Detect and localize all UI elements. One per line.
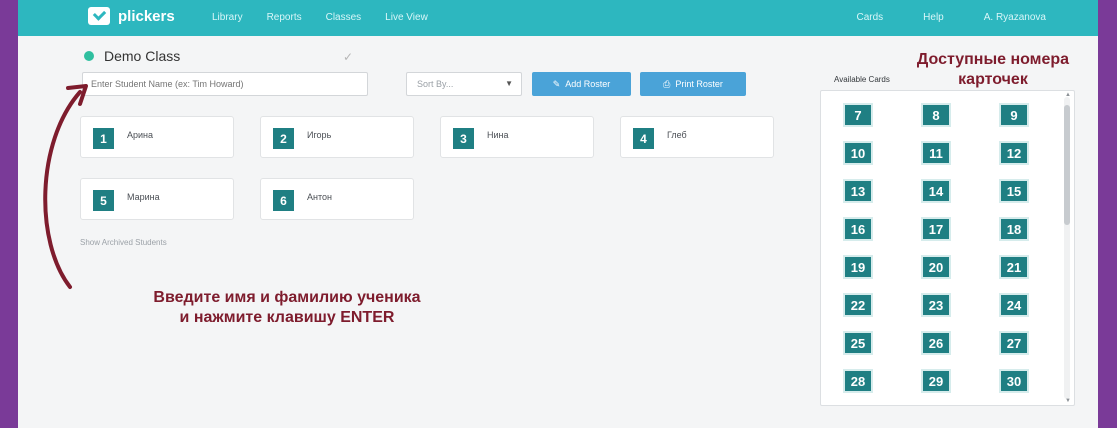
instruction-line-1: Введите имя и фамилию ученика <box>153 289 421 306</box>
available-card[interactable]: 27 <box>999 331 1029 355</box>
available-card[interactable]: 15 <box>999 179 1029 203</box>
user-nav: Cards Help A. Ryazanova <box>856 12 1046 23</box>
available-card[interactable]: 7 <box>843 103 873 127</box>
scroll-up-icon[interactable]: ▲ <box>1065 92 1071 98</box>
student-card[interactable]: 3 Нина <box>440 116 594 158</box>
brand-logo[interactable]: plickers <box>88 7 175 25</box>
student-name: Антон <box>307 192 332 202</box>
student-card[interactable]: 4 Глеб <box>620 116 774 158</box>
nav-reports[interactable]: Reports <box>267 12 302 23</box>
student-card[interactable]: 1 Арина <box>80 116 234 158</box>
available-card[interactable]: 23 <box>921 293 951 317</box>
available-card[interactable]: 18 <box>999 217 1029 241</box>
available-card[interactable]: 22 <box>843 293 873 317</box>
available-cards-label: Available Cards <box>834 75 890 84</box>
pencil-icon: ✎ <box>552 78 561 89</box>
available-card[interactable]: 20 <box>921 255 951 279</box>
printer-icon: ⎙ <box>663 78 671 89</box>
available-card[interactable]: 8 <box>921 103 951 127</box>
available-annotation-line-1: Доступные номера <box>916 51 1070 68</box>
available-card[interactable]: 14 <box>921 179 951 203</box>
scrollbar[interactable] <box>1064 97 1070 399</box>
plickers-logo-icon <box>88 7 110 25</box>
available-card[interactable]: 28 <box>843 369 873 393</box>
available-card[interactable]: 26 <box>921 331 951 355</box>
available-cards-panel: 7 8 9 10 11 12 13 14 15 16 17 18 19 20 21 22 23 24 25 26 27 2… <box>820 90 1075 406</box>
available-card[interactable]: 30 <box>999 369 1029 393</box>
student-card-number: 3 <box>453 128 474 149</box>
student-name: Нина <box>487 130 509 140</box>
brand-name: plickers <box>118 7 175 25</box>
available-card[interactable]: 9 <box>999 103 1029 127</box>
add-roster-button[interactable]: ✎ Add Roster <box>532 72 631 96</box>
student-name: Марина <box>127 192 160 202</box>
student-card-number: 2 <box>273 128 294 149</box>
sort-select[interactable]: Sort By... ▼ <box>406 72 522 96</box>
available-card[interactable]: 21 <box>999 255 1029 279</box>
nav-library[interactable]: Library <box>212 12 243 23</box>
add-roster-label: Add Roster <box>565 79 611 89</box>
print-roster-label: Print Roster <box>675 79 723 89</box>
sort-select-label: Sort By... <box>417 79 454 89</box>
nav-user-menu[interactable]: A. Ryazanova <box>984 12 1046 23</box>
top-navbar: plickers Library Reports Classes Live Vi… <box>18 0 1098 36</box>
nav-classes[interactable]: Classes <box>326 12 362 23</box>
main-nav: Library Reports Classes Live View <box>212 12 428 23</box>
class-header: Demo Class <box>84 48 180 64</box>
scroll-down-icon[interactable]: ▼ <box>1065 398 1071 404</box>
class-title[interactable]: Demo Class <box>104 48 180 64</box>
available-card[interactable]: 29 <box>921 369 951 393</box>
available-card[interactable]: 25 <box>843 331 873 355</box>
available-annotation-line-2: карточек <box>958 71 1028 88</box>
student-card-number: 4 <box>633 128 654 149</box>
nav-live-view[interactable]: Live View <box>385 12 428 23</box>
available-card[interactable]: 19 <box>843 255 873 279</box>
available-card[interactable]: 24 <box>999 293 1029 317</box>
scrollbar-thumb[interactable] <box>1064 105 1070 225</box>
edit-check-icon[interactable]: ✓ <box>343 50 353 64</box>
nav-cards[interactable]: Cards <box>856 12 883 23</box>
student-card-number: 6 <box>273 190 294 211</box>
student-card[interactable]: 5 Марина <box>80 178 234 220</box>
caret-down-icon: ▼ <box>505 79 513 88</box>
instruction-line-2: и нажмите клавишу ENTER <box>179 309 395 326</box>
available-card[interactable]: 13 <box>843 179 873 203</box>
student-name: Глеб <box>667 130 687 140</box>
nav-help[interactable]: Help <box>923 12 944 23</box>
annotation-arrow-icon <box>43 84 88 289</box>
available-card[interactable]: 10 <box>843 141 873 165</box>
student-name-input[interactable] <box>82 72 368 96</box>
student-name: Арина <box>127 130 154 140</box>
available-card[interactable]: 11 <box>921 141 951 165</box>
class-color-dot <box>84 51 94 61</box>
student-card[interactable]: 2 Игорь <box>260 116 414 158</box>
available-card[interactable]: 16 <box>843 217 873 241</box>
print-roster-button[interactable]: ⎙ Print Roster <box>640 72 746 96</box>
available-card[interactable]: 12 <box>999 141 1029 165</box>
student-name: Игорь <box>307 130 332 140</box>
available-card[interactable]: 17 <box>921 217 951 241</box>
available-cards-annotation: Доступные номера карточек <box>888 50 1098 90</box>
app-frame: plickers Library Reports Classes Live Vi… <box>18 0 1098 428</box>
student-card[interactable]: 6 Антон <box>260 178 414 220</box>
instruction-annotation: Введите имя и фамилию ученика и нажмите … <box>82 288 492 328</box>
